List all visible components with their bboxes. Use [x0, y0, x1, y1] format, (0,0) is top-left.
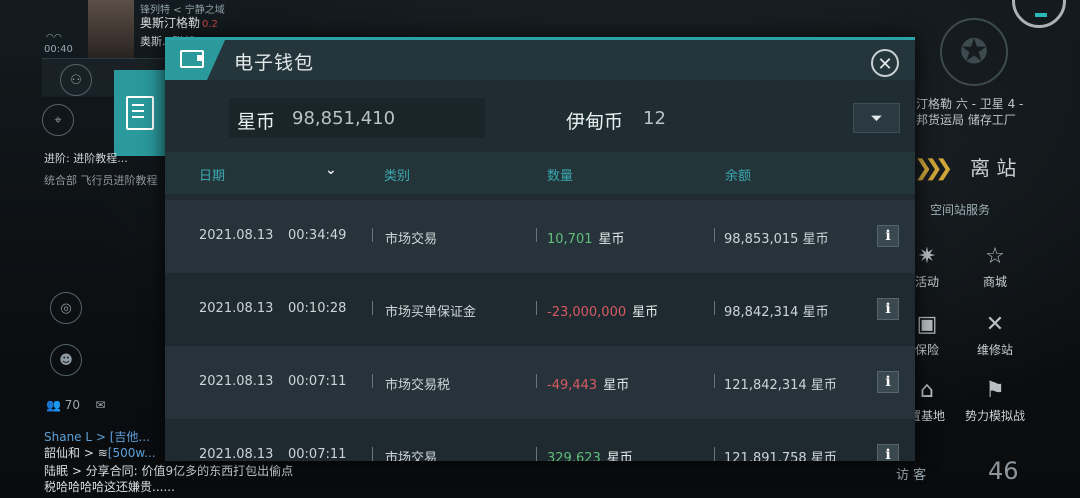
progress-subtitle[interactable]: 统合部 飞行员进阶教程: [44, 172, 158, 188]
row-time: 00:07:11: [288, 374, 347, 389]
chat-line[interactable]: 陆眠 > 分享合同: 价值9亿多的东西打包出偷点: [44, 462, 293, 479]
visitor-count: 46: [988, 457, 1019, 485]
row-balance: 98,853,015 星币: [724, 232, 829, 247]
divider: [536, 228, 537, 242]
row-category: 市场交易税: [385, 378, 451, 393]
mail-icon[interactable]: ✉: [95, 398, 105, 412]
divider: [714, 301, 715, 315]
divider: [372, 228, 373, 242]
wifi-icon: ◠◠: [46, 33, 62, 43]
chevrons-icon: ❯❯❯: [914, 156, 953, 181]
chat-line[interactable]: Shane L > [吉他...: [44, 428, 150, 445]
filter-icon: ⏷: [870, 109, 883, 127]
row-date: 2021.08.13: [199, 228, 274, 243]
wallet-panel: 电子钱包 ✕ 星币 98,851,410 伊甸币 12 ⏷ 日期 ⌄ 类别 数量…: [165, 37, 915, 461]
station-services-label: 空间站服务: [930, 203, 991, 217]
table-row: 2021.08.13 00:07:11 市场交易 329,623 星币 121,8…: [165, 419, 915, 461]
wallet-icon: [165, 40, 225, 80]
document-icon: [126, 96, 154, 130]
chat-line[interactable]: 韶仙和 > ≋[500w...: [44, 444, 156, 461]
table-row: 2021.08.13 00:34:49 市场交易 10,701 星币 98,853…: [165, 200, 915, 273]
divider: [714, 374, 715, 388]
row-balance: 121,842,314 星币: [724, 378, 837, 393]
row-quantity: -49,443 星币: [547, 378, 630, 393]
balance-bar: 星币 98,851,410 伊甸币 12 ⏷: [165, 80, 915, 152]
col-date[interactable]: 日期: [199, 165, 225, 184]
close-button[interactable]: ✕: [871, 49, 899, 77]
row-category: 市场买单保证金: [385, 305, 477, 320]
col-balance: 余额: [725, 169, 752, 184]
star-coin-label: 星币: [237, 111, 276, 133]
star-coin-value: 98,851,410: [292, 108, 396, 129]
divider: [372, 374, 373, 388]
visitor-label: 访 客: [896, 468, 927, 483]
row-time: 00:34:49: [288, 228, 347, 243]
info-button[interactable]: i: [877, 444, 899, 461]
location-pin-icon[interactable]: ⌖: [42, 104, 74, 136]
panel-header: 电子钱包 ✕: [165, 40, 915, 80]
row-quantity: -23,000,000 星币: [547, 305, 659, 320]
divider: [536, 301, 537, 315]
info-button[interactable]: i: [877, 225, 899, 247]
clock: 00:40: [44, 44, 73, 55]
row-balance: 121,891,758 星币: [724, 451, 837, 461]
row-date: 2021.08.13: [199, 374, 274, 389]
divider: [536, 447, 537, 461]
row-time: 00:10:28: [288, 301, 347, 316]
info-button[interactable]: i: [877, 371, 899, 393]
fleet-stat[interactable]: 👥 70 ✉: [46, 398, 105, 412]
table-row: 2021.08.13 00:07:11 市场交易税 -49,443 星币 121,…: [165, 346, 915, 419]
player-name: 奥斯汀格勒 0.2: [140, 16, 218, 30]
eden-coin-value: 12: [643, 108, 666, 129]
avatar[interactable]: [88, 0, 134, 59]
info-button[interactable]: i: [877, 298, 899, 320]
divider: [714, 447, 715, 461]
filter-button[interactable]: ⏷: [853, 103, 900, 133]
row-category: 市场交易: [385, 451, 438, 461]
faction-emblem-icon: ✪: [940, 18, 1008, 86]
col-quantity: 数量: [547, 169, 574, 184]
market-button[interactable]: ☆ 商城: [960, 244, 1030, 290]
station-location: 汀格勒 六 - 卫星 4 - 邦货运局 储存工厂: [916, 97, 1024, 127]
wrench-icon: ✕: [985, 312, 1005, 337]
people-icon: 👥: [46, 398, 61, 412]
pilot-icon[interactable]: ☻: [50, 344, 82, 376]
row-balance: 98,842,314 星币: [724, 305, 829, 320]
faction-sim-button[interactable]: ⚑ 势力模拟战: [960, 378, 1030, 424]
panel-title: 电子钱包: [234, 52, 315, 74]
eden-coin-label: 伊甸币: [566, 111, 624, 133]
progress-title[interactable]: 进阶: 进阶教程...: [44, 150, 128, 166]
sort-chevron-icon[interactable]: ⌄: [325, 162, 337, 178]
divider: [372, 447, 373, 461]
star-coin-balance: 星币 98,851,410: [229, 98, 485, 138]
row-category: 市场交易: [385, 232, 438, 247]
row-time: 00:07:11: [288, 447, 347, 461]
divider: [714, 228, 715, 242]
table-header: 日期 ⌄ 类别 数量 余额: [165, 152, 915, 194]
wallet-tab[interactable]: [114, 70, 166, 156]
divider: [536, 374, 537, 388]
target-icon[interactable]: ◎: [50, 292, 82, 324]
row-date: 2021.08.13: [199, 447, 274, 461]
user-icon[interactable]: ⚇: [60, 64, 92, 96]
undock-button[interactable]: ❯❯❯ 离 站: [914, 148, 1080, 184]
store-icon: ☆: [985, 244, 1005, 269]
row-quantity: 10,701 星币: [547, 232, 625, 247]
flags-icon: ⚑: [985, 378, 1005, 403]
row-quantity: 329,623 星币: [547, 451, 633, 461]
divider: [372, 301, 373, 315]
table-row: 2021.08.13 00:10:28 市场买单保证金 -23,000,000 星…: [165, 273, 915, 346]
chat-line[interactable]: 税哈哈哈哈这还嫌贵......: [44, 478, 175, 495]
repair-button[interactable]: ✕ 维修站: [960, 312, 1030, 358]
col-category: 类别: [384, 169, 411, 184]
row-date: 2021.08.13: [199, 301, 274, 316]
